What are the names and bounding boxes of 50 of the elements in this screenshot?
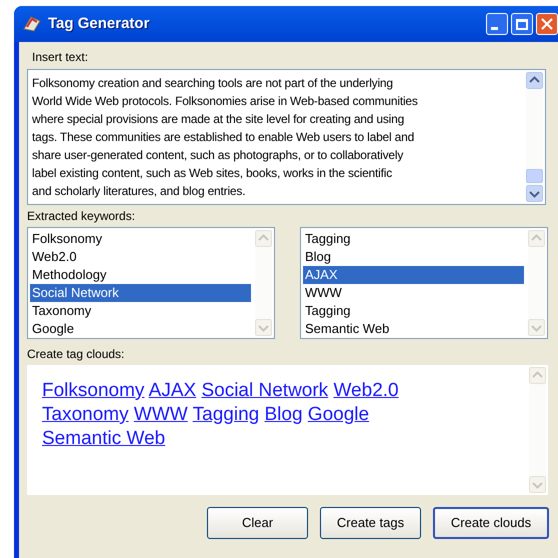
window-title: Tag Generator [48,14,150,34]
tag-link[interactable]: Blog [264,404,303,425]
list-item[interactable]: AJAX [303,266,524,284]
text-line: Folksonomy creation and searching tools are not part of the underlying [32,75,393,92]
scroll-down-icon[interactable] [526,185,543,202]
app-icon [22,15,42,33]
scrollbar[interactable] [526,72,543,202]
list-item[interactable]: Google [30,320,251,338]
scroll-up-icon[interactable] [526,72,543,89]
maximize-icon [516,18,528,30]
tag-link[interactable]: Folksonomy [42,380,144,401]
dialog-button[interactable]: Create clouds [433,507,549,539]
text-area[interactable] [27,69,546,205]
minimize-icon [491,27,498,30]
keyword-list[interactable]: Tagging Blog AJAX WWW Tagging Semantic Web [300,227,548,339]
tag-link[interactable]: Google [308,404,370,425]
keyword-list[interactable]: Folksonomy Web2.0 Methodology Social Network Taxonomy Google [27,227,275,339]
dialog-button[interactable]: Clear [207,507,308,539]
tag-link[interactable]: Semantic Web [42,428,166,449]
section-label: Create tag clouds: [27,347,126,362]
dialog-button[interactable]: Create tags [320,507,421,539]
text-line: share user-generated content, such as photographs, or to collaboratively [32,147,404,164]
close-button[interactable] [536,13,558,35]
list-item[interactable]: Taxonomy [30,302,251,320]
list-item[interactable]: Methodology [30,266,251,284]
tag-link[interactable]: WWW [134,404,188,425]
tag-link[interactable]: Taxonomy [42,404,129,425]
section-label: Insert text: [32,50,90,65]
list-item[interactable]: Folksonomy [30,230,251,248]
text-line: World Wide Web protocols. Folksonomies arise in Web-based communities [32,93,418,110]
maximize-button[interactable] [511,13,533,35]
tag-link[interactable]: Social Network [201,380,328,401]
text-line: tags. These communities are established to enable Web users to label and [32,129,414,146]
scroll-thumb[interactable] [526,169,543,183]
list-item[interactable]: Tagging [303,302,524,320]
tag-link[interactable]: Web2.0 [333,380,399,401]
list-item[interactable]: Blog [303,248,524,266]
list-item[interactable]: WWW [303,284,524,302]
text-line: label existing content, such as Web sites, books, works in the scientific [32,165,392,182]
section-label: Extracted keywords: [27,209,136,224]
list-item[interactable]: Semantic Web [303,320,524,338]
tag-link[interactable]: AJAX [148,380,196,401]
close-icon [541,18,553,30]
list-item[interactable]: Tagging [303,230,524,248]
list-item[interactable]: Social Network [30,284,251,302]
tag-link[interactable]: Tagging [192,404,260,425]
text-line: where special provisions are made at the site level for creating and using [32,111,404,128]
text-line: and scholarly literatures, and blog entries. [32,183,246,200]
list-item[interactable]: Web2.0 [30,248,251,266]
minimize-button[interactable] [486,13,508,35]
